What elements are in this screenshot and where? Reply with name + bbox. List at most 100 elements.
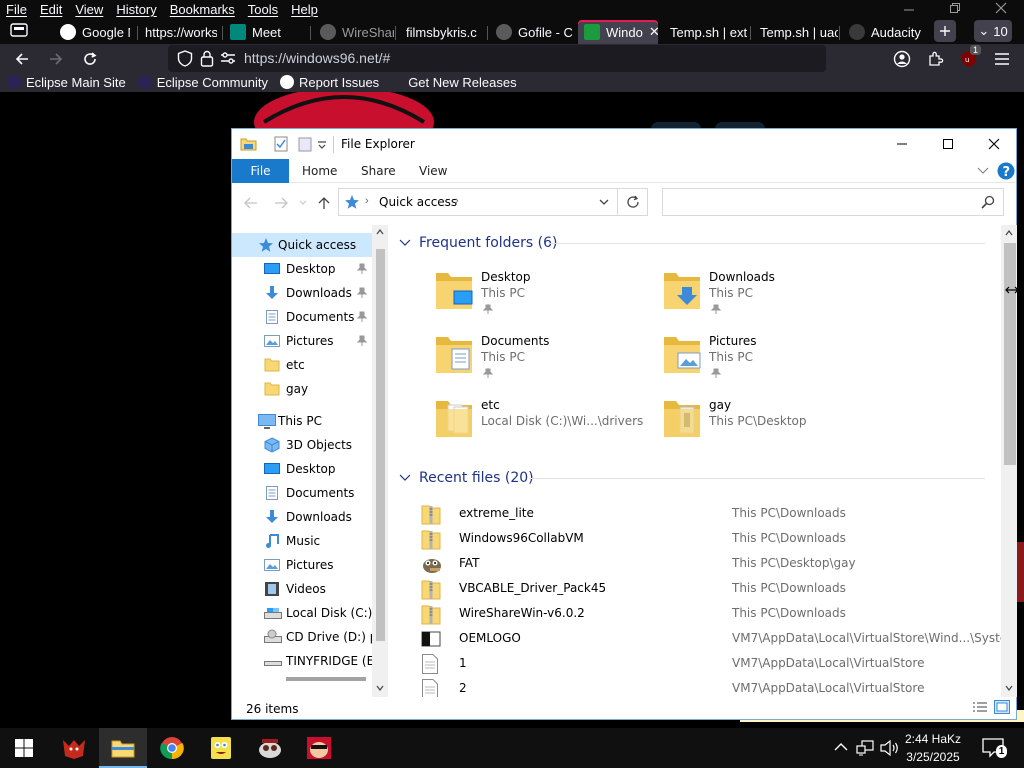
recent-file-row[interactable]: Windows96CollabVM This PC\Downloads xyxy=(389,526,1001,551)
sidebar-item-gay[interactable]: gay xyxy=(232,377,372,401)
new-folder-icon[interactable] xyxy=(298,136,312,152)
browser-tab[interactable]: Audacity xyxy=(843,20,923,44)
sidebar-item-cd-drive-d-per[interactable]: CD Drive (D:) per xyxy=(232,625,388,649)
up-arrow-icon[interactable] xyxy=(318,196,330,210)
scroll-up-icon[interactable] xyxy=(376,229,384,235)
browser-tab[interactable]: Google N xyxy=(54,20,130,44)
bookmark-item[interactable]: Eclipse Community xyxy=(137,75,268,90)
bookmark-item[interactable]: Get New Releases xyxy=(408,75,516,90)
sidebar-item-documents[interactable]: Documents xyxy=(232,305,372,329)
forward-arrow-icon[interactable] xyxy=(274,197,288,209)
frequent-folder-tile[interactable]: etc Local Disk (C:)\Wi...\drivers xyxy=(434,397,654,455)
sidebar-item-local-disk-c[interactable]: Local Disk (C:) xyxy=(232,601,372,625)
nav-scroll-thumb[interactable] xyxy=(376,249,385,641)
title-bar[interactable]: File Explorer xyxy=(232,129,1016,159)
network-icon[interactable] xyxy=(856,740,874,756)
sidebar-item-music[interactable]: Music xyxy=(232,529,372,553)
browser-tab[interactable]: Gofile - C xyxy=(490,20,572,44)
address-dropdown-icon[interactable] xyxy=(599,199,609,206)
frequent-folder-tile[interactable]: Downloads This PC xyxy=(662,269,882,327)
taskbar-app[interactable] xyxy=(295,728,343,768)
back-arrow-icon[interactable] xyxy=(244,197,258,209)
browser-tab[interactable]: Meet xyxy=(224,20,308,44)
scroll-down-icon[interactable] xyxy=(376,685,384,691)
sidebar-item-videos[interactable]: Videos xyxy=(232,577,372,601)
sidebar-item-documents[interactable]: Documents xyxy=(232,481,372,505)
quick-access-dropdown-icon[interactable] xyxy=(317,141,327,149)
shield-icon[interactable] xyxy=(177,50,193,67)
frequent-folder-tile[interactable]: Pictures This PC xyxy=(662,333,882,391)
recent-locations-icon[interactable] xyxy=(299,200,307,206)
sidebar-item-downloads[interactable]: Downloads xyxy=(232,505,372,529)
browser-tab[interactable]: filmsbykris.c xyxy=(400,20,482,44)
breadcrumb-chevron-icon[interactable]: › xyxy=(365,195,369,207)
browser-tab[interactable]: https://works xyxy=(139,20,217,44)
refresh-button[interactable] xyxy=(618,188,648,216)
browser-tab[interactable]: Temp.sh | ext xyxy=(664,20,750,44)
lock-icon[interactable] xyxy=(200,50,214,67)
recent-files-header[interactable]: Recent files (20) xyxy=(399,470,534,486)
details-view-icon[interactable] xyxy=(972,701,988,714)
menu-help[interactable]: Help xyxy=(285,0,325,20)
url-bar[interactable]: https://windows96.net/# xyxy=(168,45,826,72)
sidebar-item-etc[interactable]: etc xyxy=(232,353,372,377)
recent-file-row[interactable]: FAT This PC\Desktop\gay xyxy=(389,551,1001,576)
close-tab-icon[interactable]: ✕ xyxy=(649,24,658,40)
tab-list-button[interactable]: ⌄ 10 xyxy=(974,20,1012,42)
menu-file[interactable]: File xyxy=(0,0,34,20)
menu-tools[interactable]: Tools xyxy=(242,0,285,20)
tab-home[interactable]: Home xyxy=(302,159,337,183)
sidebar-item-tinyfridge-e[interactable]: TINYFRIDGE (E:) xyxy=(232,649,383,673)
address-bar[interactable]: › Quick access › xyxy=(338,188,618,216)
app-menu-button[interactable] xyxy=(991,48,1013,70)
recent-file-row[interactable]: VBCABLE_Driver_Pack45 This PC\Downloads xyxy=(389,576,1001,601)
back-button[interactable] xyxy=(11,48,33,70)
menu-bookmarks[interactable]: Bookmarks xyxy=(164,0,242,20)
show-hidden-icons-chevron-icon[interactable] xyxy=(834,742,848,752)
properties-icon[interactable] xyxy=(274,136,288,152)
forward-button[interactable] xyxy=(45,48,67,70)
minimize-button[interactable] xyxy=(879,129,925,159)
taskbar-app[interactable] xyxy=(50,728,98,768)
new-tab-button[interactable] xyxy=(934,20,956,42)
ublock-extension-button[interactable]: u1 xyxy=(958,45,982,70)
frequent-folders-header[interactable]: Frequent folders (6) xyxy=(399,235,558,251)
menu-edit[interactable]: Edit xyxy=(34,0,69,20)
close-button[interactable] xyxy=(971,129,1017,159)
sidebar-item-this-pc[interactable]: This PC xyxy=(232,409,372,433)
browser-tab-active[interactable]: Windo ✕ xyxy=(578,20,658,44)
frequent-folder-tile[interactable]: gay This PC\Desktop xyxy=(662,397,882,455)
content-scroll-thumb[interactable] xyxy=(1004,243,1016,465)
scroll-up-icon[interactable] xyxy=(1005,230,1013,236)
start-button[interactable] xyxy=(0,728,48,768)
taskbar-app[interactable] xyxy=(197,728,245,768)
recent-file-row[interactable]: 1 VM7\AppData\Local\VirtualStore xyxy=(389,651,1001,676)
large-icons-view-icon[interactable] xyxy=(994,700,1010,714)
reload-button[interactable] xyxy=(79,48,101,70)
bookmark-item[interactable]: Report Issues xyxy=(279,75,379,90)
taskbar-app[interactable] xyxy=(148,728,196,768)
recent-file-row[interactable]: OEMLOGO VM7\AppData\Local\VirtualStore\Wi… xyxy=(389,626,1001,651)
bookmark-item[interactable]: Eclipse Main Site xyxy=(7,75,126,90)
url-text[interactable]: https://windows96.net/# xyxy=(244,50,390,66)
sidebar-item-quick-access[interactable]: Quick access xyxy=(232,233,372,257)
menu-history[interactable]: History xyxy=(110,0,163,20)
sidebar-item-pictures[interactable]: Pictures xyxy=(232,553,372,577)
sidebar-item-downloads[interactable]: Downloads xyxy=(232,281,372,305)
tab-share[interactable]: Share xyxy=(361,159,396,183)
menu-view[interactable]: View xyxy=(69,0,110,20)
help-icon[interactable]: ? xyxy=(997,162,1015,180)
tab-file[interactable]: File xyxy=(232,159,289,183)
expand-ribbon-icon[interactable] xyxy=(977,167,989,175)
frequent-folder-tile[interactable]: Documents This PC xyxy=(434,333,654,391)
sidebar-item-desktop[interactable]: Desktop xyxy=(232,257,372,281)
taskbar-app[interactable] xyxy=(246,728,294,768)
breadcrumb[interactable]: Quick access xyxy=(379,195,457,209)
sidebar-item-desktop[interactable]: Desktop xyxy=(232,457,372,481)
browser-tab[interactable]: Temp.sh | uac xyxy=(754,20,838,44)
browser-tab[interactable]: WireShar xyxy=(314,20,394,44)
sidebar-item-3d-objects[interactable]: 3D Objects xyxy=(232,433,372,457)
recent-file-row[interactable]: extreme_lite This PC\Downloads xyxy=(389,501,1001,526)
recent-file-row[interactable]: WireShareWin-v6.0.2 This PC\Downloads xyxy=(389,601,1001,626)
clock[interactable]: 2:44 HaKz 3/25/2025 xyxy=(898,730,968,766)
